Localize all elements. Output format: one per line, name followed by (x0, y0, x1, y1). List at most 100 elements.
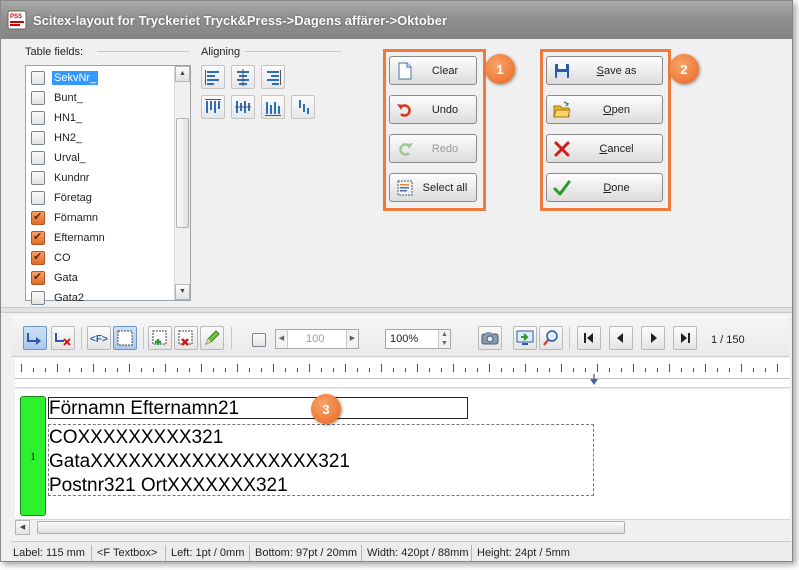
floppy-disk-icon (555, 64, 569, 78)
align-stagger-icon (299, 100, 309, 114)
field-label: HN1_ (54, 111, 83, 124)
ruler-tick (93, 364, 94, 372)
list-item[interactable]: Kundnr (28, 168, 174, 187)
align-middle-button[interactable] (231, 95, 255, 119)
list-item[interactable]: SekvNr_ (28, 68, 174, 87)
ruler-tick (33, 368, 34, 372)
field-code-icon: <F> (90, 334, 108, 345)
open-button[interactable]: Open (546, 95, 663, 124)
previous-page-icon (617, 333, 623, 343)
ruler-tick (501, 368, 502, 372)
undo-label: Undo (431, 103, 459, 116)
redo-button[interactable]: Redo (389, 134, 477, 163)
divider (97, 51, 189, 52)
insert-field-button[interactable] (23, 326, 47, 350)
horizontal-scroll-thumb[interactable] (37, 521, 625, 534)
toolbar-checkbox[interactable] (252, 333, 266, 347)
textbox-tool-button[interactable] (113, 326, 137, 350)
ruler-tick (213, 368, 214, 372)
preview-button[interactable] (478, 326, 502, 350)
field-checkbox[interactable] (31, 290, 45, 305)
arrow-delete-icon (55, 333, 71, 346)
scroll-thumb[interactable] (176, 118, 189, 228)
import-button[interactable] (513, 326, 537, 350)
ruler-tick (669, 364, 670, 372)
last-page-button[interactable] (673, 326, 697, 350)
align-right-button[interactable] (261, 65, 285, 89)
field-label: Efternamn (54, 231, 105, 244)
spinner-increment[interactable]: ▶ (346, 330, 358, 348)
field-checkbox[interactable] (31, 170, 45, 185)
horizontal-scrollbar[interactable]: ◀ (15, 519, 790, 535)
scroll-left-button[interactable]: ◀ (15, 520, 30, 535)
status-bottom: Bottom: 97pt / 20mm (255, 547, 358, 559)
vertical-scrollbar[interactable]: ▲ ▼ (174, 66, 190, 300)
field-checkbox[interactable] (31, 230, 45, 245)
panel-splitter[interactable] (1, 307, 792, 313)
field-checkbox[interactable] (31, 110, 45, 125)
spinner-decrement[interactable]: ◀ (276, 330, 288, 348)
ruler-tick (225, 368, 226, 372)
align-top-icon (205, 99, 221, 113)
window-title: Scitex-layout for Tryckeriet Tryck&Press… (33, 13, 448, 28)
edit-button[interactable] (200, 326, 224, 350)
status-divider (91, 545, 92, 561)
ruler-tick (21, 364, 22, 372)
ruler-tick (357, 368, 358, 372)
delete-box-button[interactable] (174, 326, 198, 350)
ruler-tick (285, 368, 286, 372)
zoom-button[interactable] (539, 326, 563, 350)
ruler-tick (453, 364, 454, 372)
field-checkbox[interactable] (31, 130, 45, 145)
remove-field-button[interactable] (51, 326, 75, 350)
ruler-tick (537, 368, 538, 372)
list-item[interactable]: Gata2 (28, 288, 174, 307)
field-checkbox[interactable] (31, 250, 45, 265)
undo-icon (397, 104, 411, 117)
previous-page-button[interactable] (609, 326, 633, 350)
clear-button[interactable]: Clear (389, 56, 477, 85)
label-canvas[interactable]: 1 Förnamn Efternamn21 COXXXXXXXXX321 Gat… (15, 389, 790, 519)
cancel-button[interactable]: Cancel (546, 134, 663, 163)
list-item[interactable]: HN1_ (28, 108, 174, 127)
zoom-combobox[interactable]: 100% ▲ ▼ (385, 329, 451, 349)
done-button[interactable]: Done (546, 173, 663, 202)
list-item[interactable]: Bunt_ (28, 88, 174, 107)
first-page-button[interactable] (577, 326, 601, 350)
align-bottom-button[interactable] (261, 95, 285, 119)
align-left-button[interactable] (201, 65, 225, 89)
list-item[interactable]: Förnamn (28, 208, 174, 227)
field-checkbox[interactable] (31, 150, 45, 165)
field-code-button[interactable]: <F> (87, 326, 111, 350)
list-item[interactable]: Gata (28, 268, 174, 287)
field-checkbox[interactable] (31, 70, 45, 85)
table-fields-list[interactable]: SekvNr_ Bunt_ HN1_ HN2_ Urval_ Kundnr Företag F… (25, 65, 191, 305)
field-checkbox[interactable] (31, 210, 45, 225)
callout-badge-1: 1 (485, 54, 515, 84)
select-all-button[interactable]: Select all (389, 173, 477, 202)
field-checkbox[interactable] (31, 270, 45, 285)
field-checkbox[interactable] (31, 90, 45, 105)
save-as-button[interactable]: Save as (546, 56, 663, 85)
field-label: Bunt_ (54, 91, 83, 104)
zoom-spin-arrows[interactable]: ▲ ▼ (438, 330, 450, 348)
ruler-tick (153, 368, 154, 372)
next-page-button[interactable] (641, 326, 665, 350)
list-item[interactable]: CO (28, 248, 174, 267)
undo-button[interactable]: Undo (389, 95, 477, 124)
value-spinner[interactable]: ◀ 100 ▶ (275, 329, 359, 349)
add-box-button[interactable] (148, 326, 172, 350)
ruler-tick (165, 364, 166, 372)
list-item[interactable]: HN2_ (28, 128, 174, 147)
field-checkbox[interactable] (31, 190, 45, 205)
scroll-down-button[interactable]: ▼ (175, 284, 190, 300)
row-marker[interactable]: 1 (20, 396, 46, 516)
scroll-up-button[interactable]: ▲ (175, 66, 190, 82)
ruler-marker-icon[interactable] (589, 374, 599, 386)
align-top-button[interactable] (201, 95, 225, 119)
align-center-button[interactable] (231, 65, 255, 89)
align-stagger-button[interactable] (291, 95, 315, 119)
list-item[interactable]: Företag (28, 188, 174, 207)
list-item[interactable]: Efternamn (28, 228, 174, 247)
list-item[interactable]: Urval_ (28, 148, 174, 167)
